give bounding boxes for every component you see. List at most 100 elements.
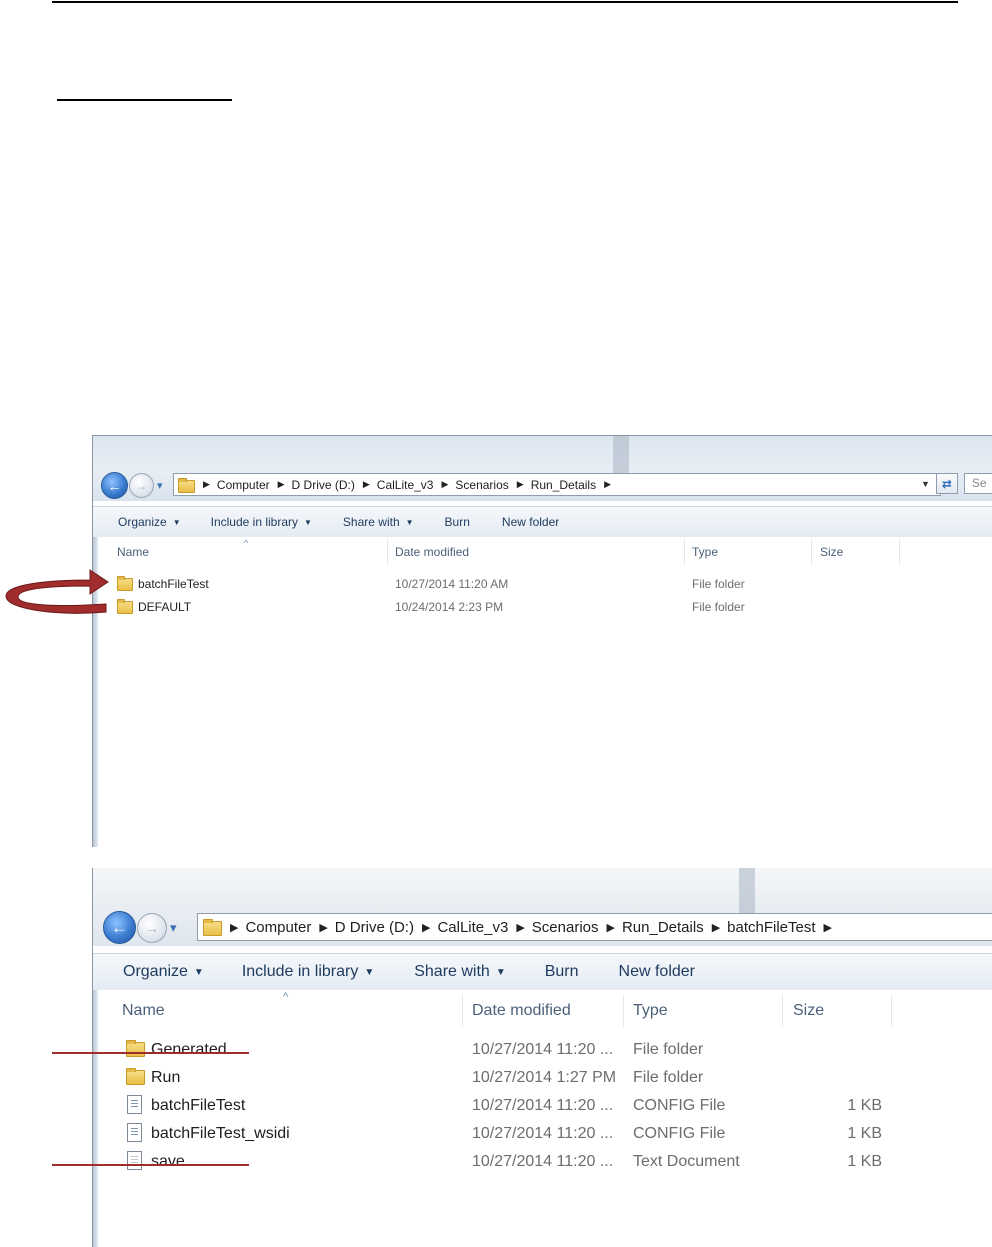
item-date: 10/27/2014 11:20 ... <box>472 1041 614 1058</box>
item-type: File folder <box>633 1041 704 1058</box>
search-input[interactable]: Se <box>963 473 992 494</box>
breadcrumb-chevron-icon[interactable]: ▶ <box>824 921 832 934</box>
column-header-size[interactable]: Size <box>820 545 843 559</box>
column-header-name[interactable]: Name <box>122 1002 165 1020</box>
list-item[interactable]: Run 10/27/2014 1:27 PM File folder <box>93 1064 992 1092</box>
column-header-type[interactable]: Type <box>633 1002 668 1020</box>
breadcrumb-computer[interactable]: Computer <box>217 478 270 492</box>
breadcrumb-run-details[interactable]: Run_Details <box>622 919 704 936</box>
column-divider[interactable] <box>782 995 783 1027</box>
item-name: save <box>151 1153 185 1170</box>
column-divider[interactable] <box>811 540 812 564</box>
list-item[interactable]: Generated 10/27/2014 11:20 ... File fold… <box>93 1036 992 1064</box>
annotation-line-save <box>52 1164 249 1166</box>
list-item[interactable]: batchFileTest_wsidi 10/27/2014 11:20 ...… <box>93 1120 992 1148</box>
share-with-label: Share with <box>414 963 490 980</box>
folder-icon <box>117 599 133 614</box>
breadcrumb-chevron-icon[interactable]: ▶ <box>319 921 327 934</box>
column-divider[interactable] <box>899 540 900 564</box>
breadcrumb-callite[interactable]: CalLite_v3 <box>437 919 508 936</box>
breadcrumb-chevron-icon[interactable]: ▶ <box>604 479 611 490</box>
list-item[interactable]: batchFileTest 10/27/2014 11:20 ... CONFI… <box>93 1092 992 1120</box>
include-in-library-menu[interactable]: Include in library ▼ <box>242 963 374 981</box>
back-button[interactable]: ← <box>103 911 136 944</box>
breadcrumb-chevron-icon[interactable]: ▶ <box>516 921 524 934</box>
breadcrumb-scenarios[interactable]: Scenarios <box>455 478 508 492</box>
burn-button[interactable]: Burn <box>545 963 579 981</box>
breadcrumb-run-details[interactable]: Run_Details <box>531 478 596 492</box>
forward-button[interactable]: → <box>129 473 154 498</box>
item-name: batchFileTest_wsidi <box>151 1125 290 1142</box>
address-bar[interactable]: ▶ Computer ▶ D Drive (D:) ▶ CalLite_v3 ▶… <box>173 473 941 496</box>
caret-down-icon: ▼ <box>364 966 375 978</box>
include-in-library-menu[interactable]: Include in library ▼ <box>211 515 312 529</box>
breadcrumb-d-drive[interactable]: D Drive (D:) <box>292 478 355 492</box>
column-divider[interactable] <box>891 995 892 1027</box>
item-name: batchFileTest <box>151 1097 246 1114</box>
column-divider[interactable] <box>462 995 463 1027</box>
column-divider[interactable] <box>387 540 388 564</box>
new-folder-button[interactable]: New folder <box>619 963 695 981</box>
burn-button[interactable]: Burn <box>445 515 470 529</box>
item-date: 10/27/2014 11:20 ... <box>472 1153 614 1170</box>
folder-icon <box>178 477 195 493</box>
breadcrumb-scenarios[interactable]: Scenarios <box>532 919 599 936</box>
command-toolbar: Organize ▼ Include in library ▼ Share with… <box>93 953 992 991</box>
breadcrumb-chevron-icon[interactable]: ▶ <box>712 921 720 934</box>
back-button[interactable]: ← <box>101 472 128 499</box>
column-header-type[interactable]: Type <box>692 545 718 559</box>
item-name: Run <box>151 1069 181 1086</box>
column-header-name[interactable]: Name <box>117 545 149 559</box>
breadcrumb-chevron-icon: ▶ <box>230 921 239 934</box>
curved-arrow-icon <box>5 569 109 614</box>
share-with-menu[interactable]: Share with ▼ <box>343 515 414 529</box>
breadcrumb-batchfiletest[interactable]: batchFileTest <box>727 919 815 936</box>
item-name: batchFileTest <box>138 577 209 591</box>
organize-label: Organize <box>118 515 167 529</box>
title-glare <box>739 868 755 914</box>
breadcrumb-chevron-icon[interactable]: ▶ <box>422 921 430 934</box>
breadcrumb-callite[interactable]: CalLite_v3 <box>377 478 434 492</box>
window-chrome: ← → ▾ ▶ Computer ▶ D Drive (D:) ▶ CalLit… <box>93 868 992 946</box>
breadcrumb-chevron-icon[interactable]: ▶ <box>441 479 448 490</box>
item-date: 10/27/2014 11:20 AM <box>395 577 509 591</box>
breadcrumb-d-drive[interactable]: D Drive (D:) <box>335 919 414 936</box>
organize-label: Organize <box>123 963 188 980</box>
list-item[interactable]: DEFAULT 10/24/2014 2:23 PM File folder <box>93 597 992 619</box>
file-list: ^ Name Date modified Type Size batchFile… <box>93 537 992 847</box>
breadcrumb-chevron-icon[interactable]: ▶ <box>278 479 285 490</box>
forward-button[interactable]: → <box>137 912 167 943</box>
back-arrow-icon: ← <box>111 917 128 937</box>
address-bar[interactable]: ▶ Computer ▶ D Drive (D:) ▶ CalLite_v3 ▶… <box>197 913 992 941</box>
curved-arrow-shape <box>5 569 109 614</box>
share-with-menu[interactable]: Share with ▼ <box>414 963 506 981</box>
breadcrumb-computer[interactable]: Computer <box>245 919 311 936</box>
breadcrumb-chevron-icon[interactable]: ▶ <box>607 921 615 934</box>
burn-label: Burn <box>544 963 579 980</box>
column-header-size[interactable]: Size <box>793 1002 824 1020</box>
item-type: CONFIG File <box>633 1097 726 1114</box>
column-header-date-modified[interactable]: Date modified <box>395 545 469 559</box>
column-header-date-modified[interactable]: Date modified <box>472 1002 571 1020</box>
search-placeholder: Se <box>971 476 987 490</box>
caret-down-icon: ▼ <box>495 966 506 978</box>
new-folder-button[interactable]: New folder <box>502 515 559 529</box>
organize-menu[interactable]: Organize ▼ <box>118 515 181 529</box>
address-history-dropdown-icon[interactable]: ▼ <box>921 479 930 489</box>
recent-pages-dropdown[interactable]: ▾ <box>170 920 177 936</box>
refresh-button[interactable]: ⇄ <box>935 473 958 494</box>
column-divider[interactable] <box>684 540 685 564</box>
list-item[interactable]: batchFileTest 10/27/2014 11:20 AM File f… <box>93 574 992 596</box>
text-file-icon <box>127 1151 142 1170</box>
recent-pages-dropdown[interactable]: ▾ <box>157 479 163 492</box>
new-folder-label: New folder <box>501 515 560 529</box>
organize-menu[interactable]: Organize ▼ <box>123 963 204 981</box>
column-divider[interactable] <box>623 995 624 1027</box>
breadcrumb-chevron-icon[interactable]: ▶ <box>517 479 524 490</box>
breadcrumb-chevron-icon[interactable]: ▶ <box>363 479 370 490</box>
folder-icon <box>126 1040 145 1057</box>
item-type: Text Document <box>633 1153 740 1170</box>
list-item[interactable]: save 10/27/2014 11:20 ... Text Document … <box>93 1148 992 1176</box>
config-file-icon <box>127 1123 142 1142</box>
title-glare <box>613 436 629 476</box>
